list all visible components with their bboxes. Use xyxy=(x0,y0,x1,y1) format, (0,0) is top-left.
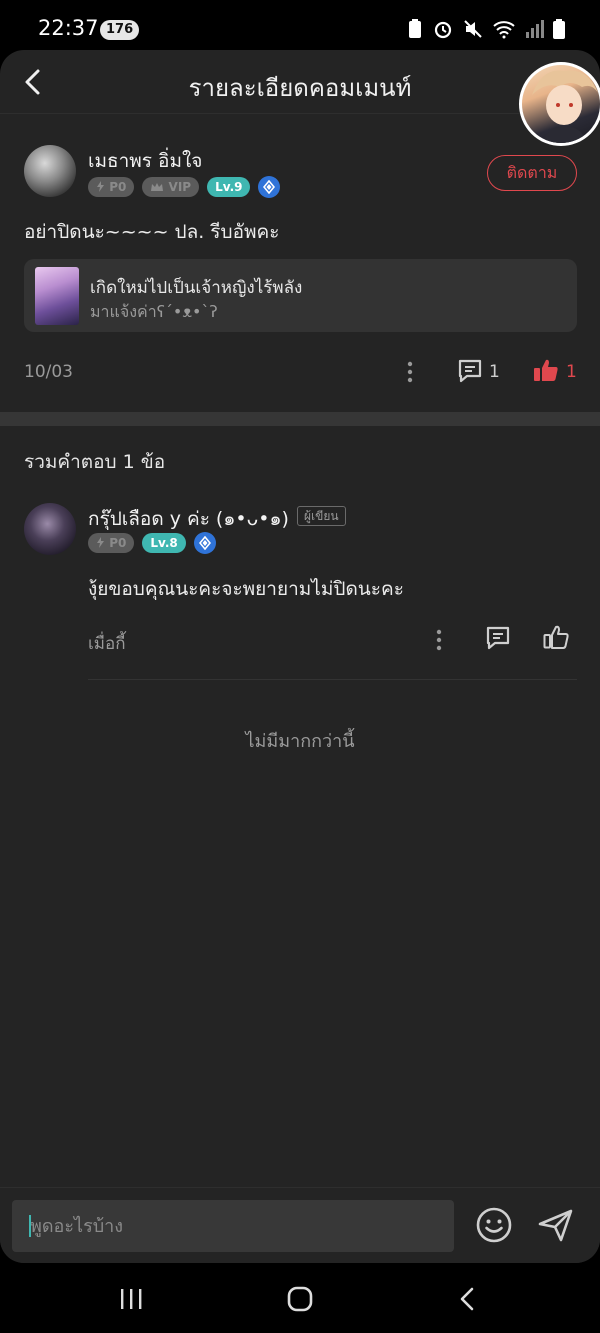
vip-badge-label: VIP xyxy=(168,180,192,194)
point-badge: P0 xyxy=(88,177,135,197)
status-time: 22:37 xyxy=(38,16,99,40)
point-badge-label: P0 xyxy=(109,536,127,550)
text-caret xyxy=(29,1215,31,1237)
comment-more-button[interactable] xyxy=(398,358,422,386)
thumbs-up-icon xyxy=(543,625,569,649)
novel-subtitle: มาแจ้งค่าʕ´•ᴥ•`ʔ xyxy=(90,302,218,321)
comment-actions: 10/03 1 1 xyxy=(0,350,600,390)
diamond-badge xyxy=(258,176,281,198)
more-icon xyxy=(407,361,413,383)
reply-actions: เมื่อกี้ xyxy=(0,620,600,660)
app-header: รายละเอียดคอมเมนท์ xyxy=(0,50,600,114)
reply-button[interactable] xyxy=(456,357,484,385)
comment-icon xyxy=(458,359,482,383)
comment-author-avatar[interactable] xyxy=(24,145,76,197)
comment-text: อย่าปิดนะ~~~~ ปล. รีบอัพคะ xyxy=(24,221,280,243)
reply-like-button[interactable] xyxy=(542,623,570,651)
more-icon xyxy=(436,629,442,651)
section-divider xyxy=(0,412,600,426)
level-badge: Lv.9 xyxy=(207,177,251,197)
character-portrait-icon xyxy=(532,70,598,143)
comment-detail-screen: รายละเอียดคอมเมนท์ เมธาพร อิ่มใจ P0 VIP … xyxy=(0,50,600,1263)
reply-to-reply-button[interactable] xyxy=(484,624,512,652)
point-badge: P0 xyxy=(88,533,135,553)
wifi-icon xyxy=(493,21,515,39)
no-more-text: ไม่มีมากกว่านี้ xyxy=(245,731,355,752)
signal-icon xyxy=(526,20,544,38)
comment-date: 10/03 xyxy=(24,362,73,382)
diamond-badge xyxy=(193,532,216,554)
emoji-button[interactable] xyxy=(475,1206,513,1244)
reply-more-button[interactable] xyxy=(427,626,451,654)
vip-badge: VIP xyxy=(142,177,200,197)
replies-heading: รวมคำตอบ 1 ข้อ xyxy=(24,451,166,473)
recent-apps-icon xyxy=(121,1289,142,1309)
comment-input[interactable] xyxy=(12,1200,454,1252)
comment-input-bar xyxy=(0,1187,600,1263)
mute-icon xyxy=(464,20,482,38)
follow-button[interactable]: ติดตาม xyxy=(487,155,577,191)
alarm-icon xyxy=(434,21,452,39)
notification-count-badge: 176 xyxy=(100,20,140,40)
novel-title: เกิดใหม่ไปเป็นเจ้าหญิงไร้พลัง xyxy=(90,278,303,298)
like-count: 1 xyxy=(566,362,577,382)
comment-author-name[interactable]: เมธาพร อิ่มใจ xyxy=(88,146,202,176)
bolt-icon xyxy=(97,181,104,192)
home-button[interactable] xyxy=(286,1285,314,1313)
emoji-icon xyxy=(476,1207,512,1243)
floating-character-avatar[interactable] xyxy=(519,62,600,146)
page-title: รายละเอียดคอมเมนท์ xyxy=(188,74,412,102)
thumbs-up-icon xyxy=(534,359,558,381)
send-icon xyxy=(538,1209,573,1242)
status-icons xyxy=(406,18,566,40)
writer-tag: ผู้เขียน xyxy=(297,506,346,526)
system-navigation-bar xyxy=(0,1263,600,1333)
point-badge-label: P0 xyxy=(109,180,127,194)
reply-text: งุ้ยขอบคุณนะคะจะพยายามไม่ปิดนะคะ xyxy=(88,578,404,600)
system-back-button[interactable] xyxy=(456,1285,478,1313)
reply-count: 1 xyxy=(489,362,500,382)
reply-author-name[interactable]: กรุ๊ปเลือด y ค่ะ (๑•ᴗ•๑) xyxy=(88,504,289,534)
diamond-icon xyxy=(198,536,211,550)
reply-time: เมื่อกี้ xyxy=(88,634,126,654)
battery-icon xyxy=(553,19,565,39)
reply-divider xyxy=(88,679,577,680)
comment-icon xyxy=(486,626,510,650)
battery-saver-icon xyxy=(409,19,421,38)
home-icon xyxy=(287,1286,313,1312)
novel-cover-image xyxy=(35,267,79,325)
comment-author-badges: P0 VIP Lv.9 xyxy=(88,176,281,198)
bolt-icon xyxy=(97,537,104,548)
reply-author-avatar[interactable] xyxy=(24,503,76,555)
send-button[interactable] xyxy=(537,1206,575,1244)
recent-apps-button[interactable] xyxy=(118,1287,144,1311)
like-button[interactable] xyxy=(532,356,560,384)
diamond-icon xyxy=(263,180,276,194)
back-icon xyxy=(460,1287,474,1311)
novel-card[interactable]: เกิดใหม่ไปเป็นเจ้าหญิงไร้พลัง มาแจ้งค่าʕ… xyxy=(24,259,577,332)
status-bar: 22:37 176 xyxy=(0,0,600,56)
reply-author-badges: P0 Lv.8 xyxy=(88,532,216,554)
level-badge: Lv.8 xyxy=(142,533,186,553)
crown-icon xyxy=(151,183,164,191)
